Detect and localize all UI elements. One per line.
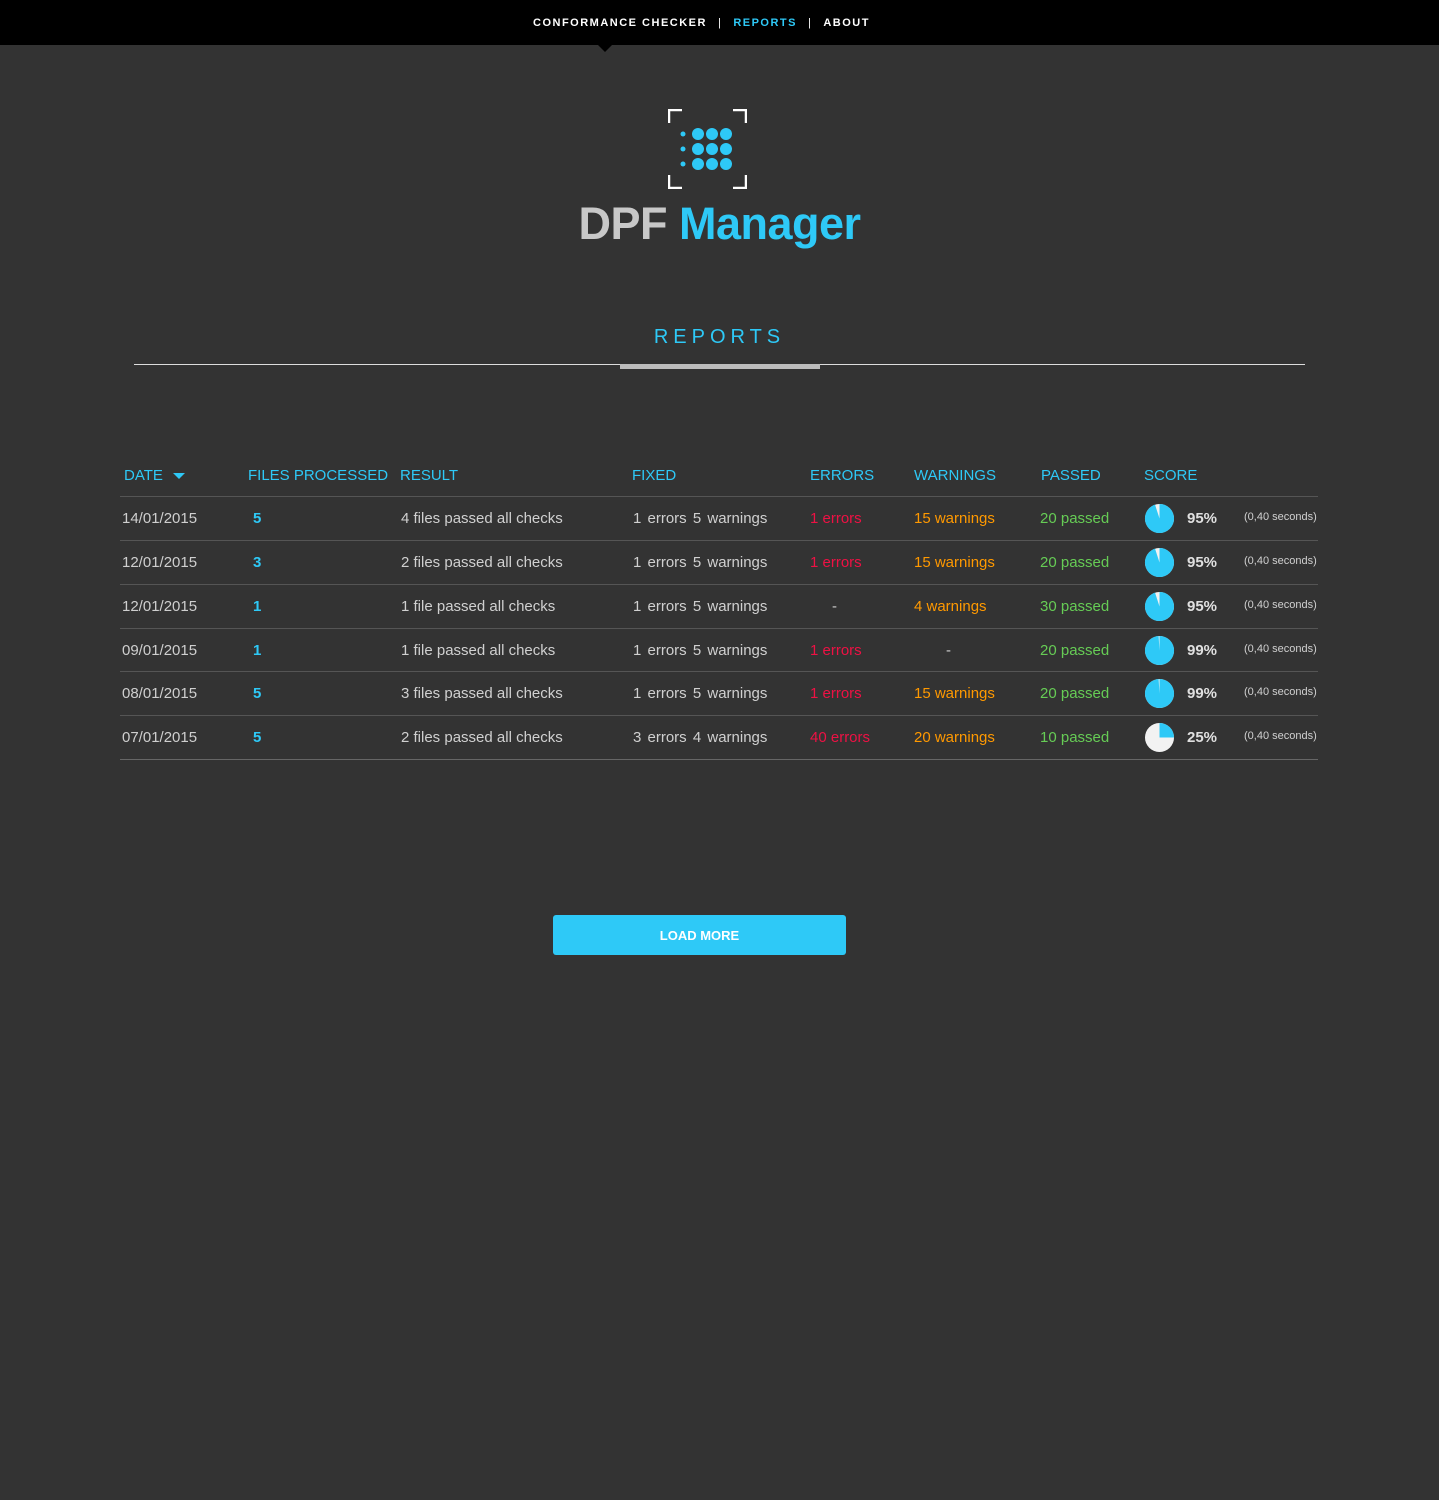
row-errors: 1 errors: [810, 685, 862, 702]
row-time: (0,40 seconds): [1244, 730, 1317, 742]
row-fixed: 1 errors 5 warnings: [633, 510, 768, 527]
row-warnings: -: [946, 642, 951, 659]
dpf-logo-icon: [668, 109, 747, 189]
table-row[interactable]: 09/01/2015 1 1 file passed all checks 1 err…: [120, 629, 1318, 672]
row-date: 12/01/2015: [122, 554, 198, 571]
row-errors: -: [832, 598, 837, 615]
nav-about[interactable]: ABOUT: [823, 17, 870, 29]
header-passed[interactable]: PASSED: [1041, 467, 1101, 484]
row-warnings: 15 warnings: [914, 685, 995, 702]
load-more-button[interactable]: LOAD MORE: [553, 915, 846, 955]
row-passed: 10 passed: [1040, 729, 1110, 746]
reports-table: DATE FILES PROCESSED RESULT FIXED ERRORS…: [120, 460, 1318, 760]
score-pie-icon: [1144, 678, 1175, 709]
table-row[interactable]: 08/01/2015 5 3 files passed all checks 1 er…: [120, 672, 1318, 716]
header-errors[interactable]: ERRORS: [810, 467, 874, 484]
row-errors: 40 errors: [810, 729, 871, 746]
header-score[interactable]: SCORE: [1144, 467, 1197, 484]
row-passed: 20 passed: [1040, 554, 1110, 571]
row-warnings: 15 warnings: [914, 554, 995, 571]
row-errors: 1 errors: [810, 554, 862, 571]
table-row[interactable]: 07/01/2015 5 2 files passed all checks 3 er…: [120, 716, 1318, 760]
row-result: 1 file passed all checks: [401, 598, 556, 615]
row-result: 4 files passed all checks: [401, 510, 563, 527]
row-time: (0,40 seconds): [1244, 599, 1317, 611]
row-score: 99%: [1187, 642, 1218, 659]
main-nav: CONFORMANCE CHECKER | REPORTS | ABOUT: [533, 17, 870, 29]
table-row[interactable]: 14/01/2015 5 4 files passed all checks 1 er…: [120, 497, 1318, 541]
top-nav-bar: CONFORMANCE CHECKER | REPORTS | ABOUT: [0, 0, 1439, 45]
section-title: REPORTS: [653, 326, 786, 348]
row-date: 07/01/2015: [122, 729, 198, 746]
row-time: (0,40 seconds): [1244, 555, 1317, 567]
nav-conformance-checker[interactable]: CONFORMANCE CHECKER: [533, 17, 707, 29]
header-files-processed[interactable]: FILES PROCESSED: [248, 467, 388, 484]
row-files-processed: 5: [253, 685, 262, 702]
row-warnings: 20 warnings: [914, 729, 995, 746]
row-files-processed: 1: [253, 598, 262, 615]
header-date[interactable]: DATE: [124, 467, 185, 484]
row-fixed: 1 errors 5 warnings: [633, 685, 768, 702]
header-result[interactable]: RESULT: [400, 467, 458, 484]
section-title-underline: [620, 364, 820, 369]
table-header: DATE FILES PROCESSED RESULT FIXED ERRORS…: [120, 460, 1318, 497]
row-fixed: 1 errors 5 warnings: [633, 554, 768, 571]
sort-descending-icon[interactable]: [172, 473, 185, 480]
nav-separator: |: [717, 17, 723, 29]
logo-text-manager: Manager: [678, 198, 861, 249]
row-passed: 20 passed: [1040, 642, 1110, 659]
row-time: (0,40 seconds): [1244, 686, 1317, 698]
row-date: 12/01/2015: [122, 598, 198, 615]
row-files-processed: 1: [253, 642, 262, 659]
row-passed: 20 passed: [1040, 510, 1110, 527]
logo-text-dpf: DPF: [578, 198, 667, 249]
row-score: 95%: [1187, 554, 1218, 571]
row-time: (0,40 seconds): [1244, 511, 1317, 523]
score-pie-icon: [1144, 547, 1175, 578]
row-fixed: 3 errors 4 warnings: [633, 729, 768, 746]
app-logo-title: DPF Manager: [0, 198, 1439, 250]
row-passed: 30 passed: [1040, 598, 1110, 615]
nav-separator: |: [808, 17, 813, 29]
row-date: 09/01/2015: [122, 642, 198, 659]
row-files-processed: 5: [253, 729, 262, 746]
row-files-processed: 5: [253, 510, 262, 527]
row-date: 08/01/2015: [122, 685, 198, 702]
row-score: 25%: [1187, 729, 1218, 746]
nav-reports[interactable]: REPORTS: [733, 17, 797, 29]
row-fixed: 1 errors 5 warnings: [633, 598, 768, 615]
table-row[interactable]: 12/01/2015 3 2 files passed all checks 1 er…: [120, 541, 1318, 585]
row-score: 95%: [1187, 510, 1218, 527]
row-result: 2 files passed all checks: [401, 554, 563, 571]
score-pie-icon: [1144, 591, 1175, 622]
row-errors: 1 errors: [810, 510, 862, 527]
row-warnings: 15 warnings: [914, 510, 995, 527]
header-warnings[interactable]: WARNINGS: [914, 467, 996, 484]
row-passed: 20 passed: [1040, 685, 1110, 702]
row-fixed: 1 errors 5 warnings: [633, 642, 768, 659]
row-result: 3 files passed all checks: [401, 685, 563, 702]
row-result: 2 files passed all checks: [401, 729, 563, 746]
row-warnings: 4 warnings: [914, 598, 987, 615]
table-body: 14/01/2015 5 4 files passed all checks 1 er…: [120, 497, 1318, 760]
score-pie-icon: [1144, 722, 1175, 753]
table-row[interactable]: 12/01/2015 1 1 file passed all checks 1 err…: [120, 585, 1318, 629]
score-pie-icon: [1144, 635, 1175, 666]
header-fixed[interactable]: FIXED: [632, 467, 676, 484]
row-result: 1 file passed all checks: [401, 642, 556, 659]
row-files-processed: 3: [253, 554, 262, 571]
row-errors: 1 errors: [810, 642, 862, 659]
active-nav-indicator: [598, 45, 612, 52]
row-time: (0,40 seconds): [1244, 643, 1317, 655]
row-date: 14/01/2015: [122, 510, 198, 527]
row-score: 99%: [1187, 685, 1218, 702]
score-pie-icon: [1144, 503, 1175, 534]
row-score: 95%: [1187, 598, 1218, 615]
